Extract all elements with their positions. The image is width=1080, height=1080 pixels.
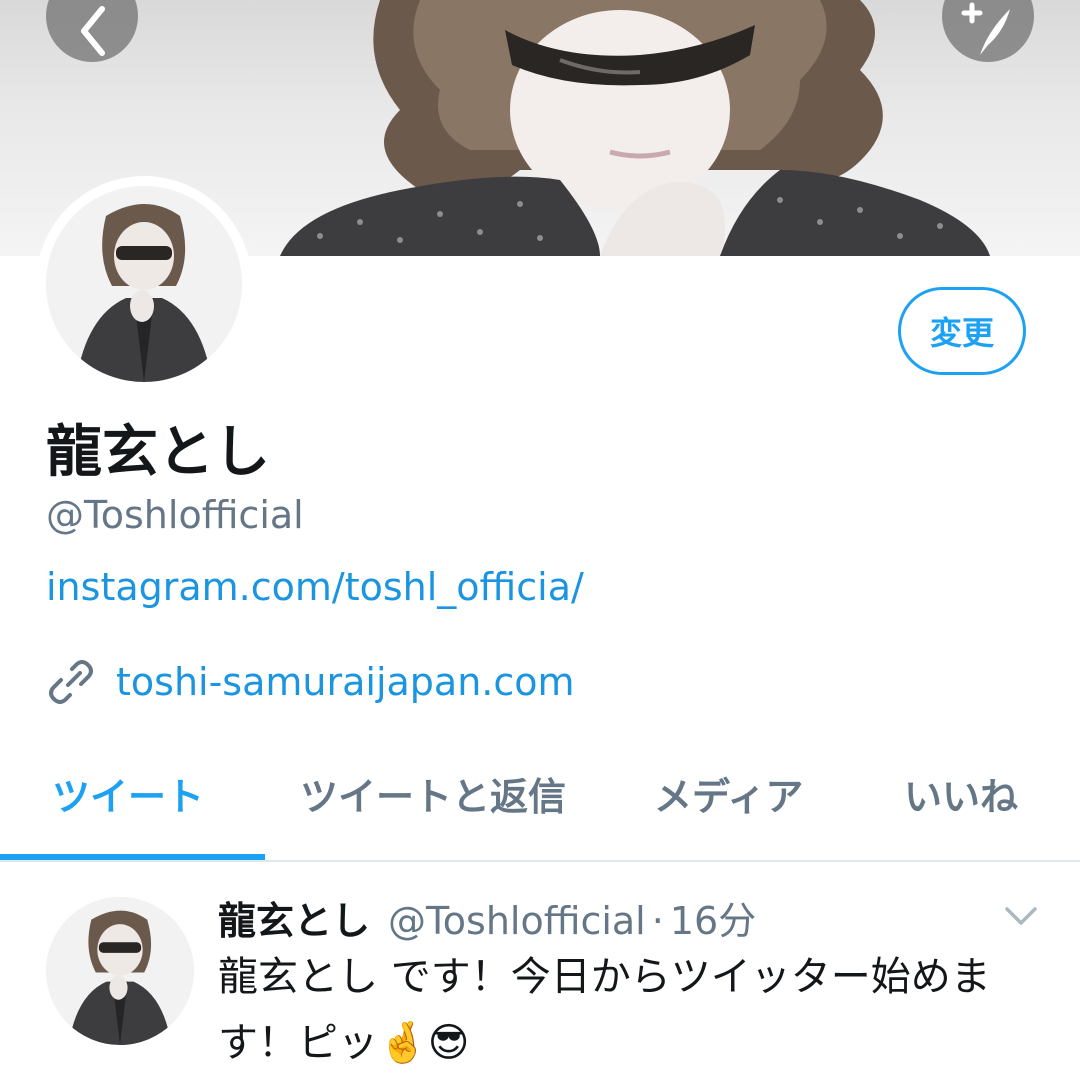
tab-likes[interactable]: いいね <box>904 772 1018 822</box>
link-icon <box>49 660 93 704</box>
tweet-avatar[interactable] <box>46 897 194 1045</box>
tweet-author-handle[interactable]: @Toshlofficial <box>388 899 646 943</box>
profile-website: toshi-samuraijapan.com <box>46 656 575 708</box>
tweet-timestamp[interactable]: 16分 <box>670 890 756 945</box>
compose-tweet-icon <box>961 2 1010 55</box>
tweet-header: 龍玄とし @Toshlofficial · 16分 <box>218 890 756 943</box>
tweet-avatar-photo <box>46 897 194 1045</box>
chevron-down-icon[interactable] <box>1003 904 1039 928</box>
profile-avatar-photo <box>46 186 242 382</box>
tweet-text: 龍玄とし です！今日からツイッター始めます！ピッ🤞😎 <box>218 954 991 1066</box>
profile-avatar[interactable] <box>46 186 242 382</box>
bio-instagram-link[interactable]: instagram.com/toshl_officia/ <box>46 562 584 612</box>
tab-tweets-and-replies[interactable]: ツイートと返信 <box>300 772 566 822</box>
profile-display-name: 龍玄とし <box>46 420 270 485</box>
tab-tweets[interactable]: ツイート <box>52 772 204 822</box>
tweet-author-name[interactable]: 龍玄とし <box>218 890 370 945</box>
profile-avatar-frame <box>36 176 252 392</box>
profile-handle: @Toshlofficial <box>46 493 304 537</box>
edit-profile-button[interactable]: 変更 <box>898 287 1026 375</box>
active-tab-indicator <box>0 854 265 860</box>
website-link[interactable]: toshi-samuraijapan.com <box>116 657 575 707</box>
profile-tabs: ツイート ツイートと返信 メディア いいね <box>0 742 1080 862</box>
tab-media[interactable]: メディア <box>654 772 803 822</box>
chevron-left-icon <box>81 6 105 56</box>
tweet-separator: · <box>651 899 664 943</box>
